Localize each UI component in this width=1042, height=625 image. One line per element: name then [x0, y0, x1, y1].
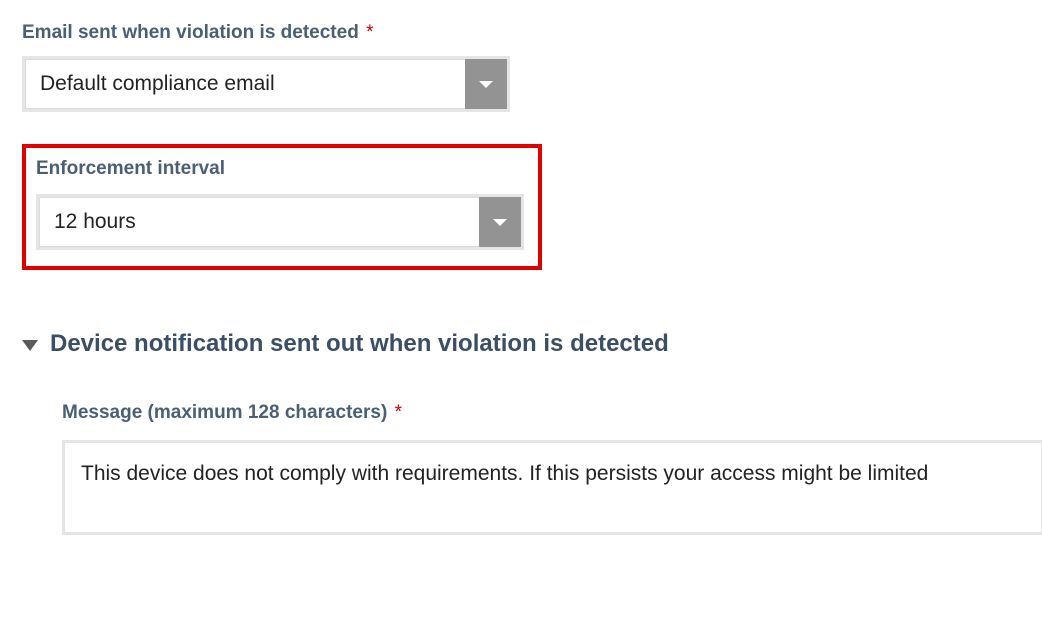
enforcement-interval-highlight: Enforcement interval 12 hours — [22, 144, 542, 270]
chevron-down-icon — [479, 81, 493, 88]
device-notification-header[interactable]: Device notification sent out when violat… — [22, 330, 1042, 358]
message-textarea[interactable]: This device does not comply with require… — [62, 440, 1042, 535]
device-notification-title: Device notification sent out when violat… — [50, 330, 669, 358]
enforcement-interval-select-caret[interactable] — [479, 197, 521, 247]
enforcement-interval-select-value: 12 hours — [39, 197, 479, 247]
message-label: Message (maximum 128 characters) * — [62, 402, 1042, 424]
chevron-down-icon — [493, 219, 507, 226]
device-notification-body: Message (maximum 128 characters) * This … — [22, 402, 1042, 535]
enforcement-interval-label: Enforcement interval — [36, 158, 528, 180]
required-indicator: * — [395, 402, 402, 423]
required-indicator: * — [366, 22, 373, 43]
email-violation-field: Email sent when violation is detected * … — [22, 22, 1042, 112]
disclosure-triangle-icon — [22, 340, 38, 351]
email-violation-select-caret[interactable] — [465, 59, 507, 109]
email-violation-label: Email sent when violation is detected * — [22, 22, 1042, 44]
email-violation-select[interactable]: Default compliance email — [22, 56, 510, 112]
enforcement-interval-select[interactable]: 12 hours — [36, 194, 524, 250]
email-violation-select-value: Default compliance email — [25, 59, 465, 109]
email-violation-label-text: Email sent when violation is detected — [22, 22, 359, 43]
message-label-text: Message (maximum 128 characters) — [62, 402, 387, 423]
